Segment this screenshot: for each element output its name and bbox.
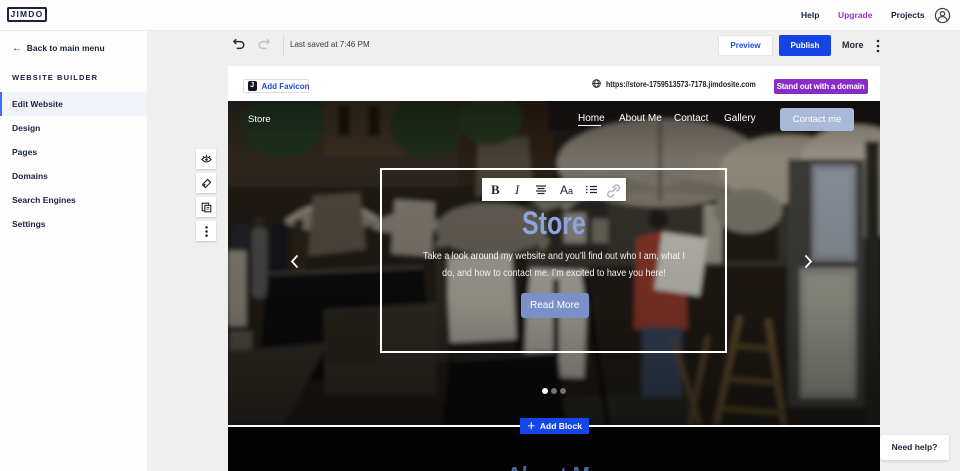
svg-text:A: A <box>560 183 568 197</box>
svg-text:B: B <box>491 182 500 197</box>
svg-text:I: I <box>514 182 520 197</box>
svg-text:a: a <box>568 186 573 196</box>
